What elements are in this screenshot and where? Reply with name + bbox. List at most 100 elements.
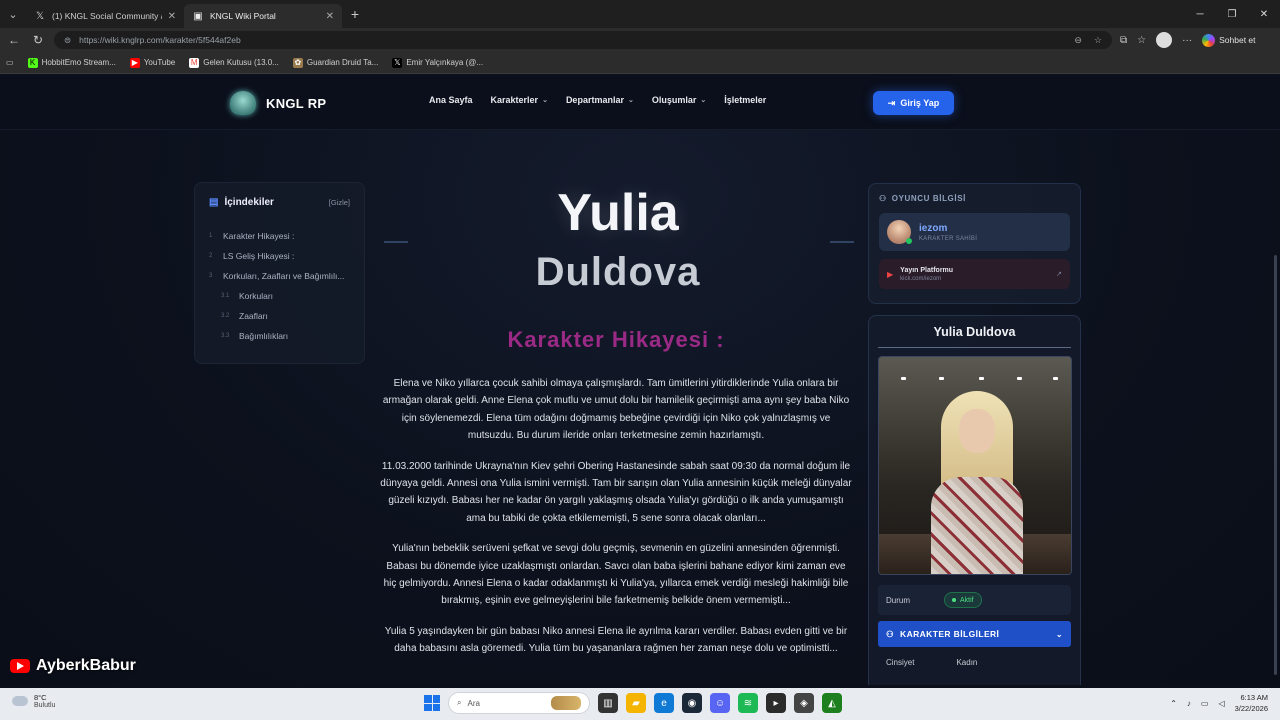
address-toolbar: ← ↻ ⊜ https://wiki.knglrp.com/karakter/5… bbox=[0, 28, 1280, 52]
toc-subitem[interactable]: 3.2 Zaafları bbox=[209, 306, 350, 326]
terminal-icon[interactable]: ▸ bbox=[766, 693, 786, 713]
character-portrait[interactable] bbox=[878, 356, 1072, 575]
browser-tab-x[interactable]: 𝕏 (1) KNGL Social Community / X ✕ bbox=[26, 4, 184, 28]
microphone-icon[interactable]: ♪ bbox=[1187, 699, 1191, 708]
game-app-icon[interactable]: ◈ bbox=[794, 693, 814, 713]
tab-title: KNGL Wiki Portal bbox=[210, 11, 276, 21]
menu-label: İşletmeler bbox=[724, 95, 767, 105]
stream-platform-link[interactable]: ▶ Yayın Platformu kick.com/iezom ↗ bbox=[879, 259, 1070, 289]
chevron-up-icon[interactable]: ⌃ bbox=[1170, 699, 1177, 708]
section-heading: Karakter Hikayesi : bbox=[507, 327, 725, 352]
menu-item-departmanlar[interactable]: Departmanlar ⌄ bbox=[566, 95, 634, 105]
bookmark-label: Emir Yalçınkaya (@... bbox=[406, 58, 484, 67]
menu-item-isletmeler[interactable]: İşletmeler bbox=[724, 95, 766, 105]
volume-icon[interactable]: ◁ bbox=[1218, 699, 1224, 708]
nvidia-icon[interactable]: ◭ bbox=[822, 693, 842, 713]
file-explorer-icon[interactable]: ▰ bbox=[626, 693, 646, 713]
taskbar-apps: ⌕ Ara ▥ ▰ e ◉ ☺ ≋ ▸ ◈ ◭ bbox=[424, 692, 842, 714]
weather-widget[interactable]: 8°C Bulutlu bbox=[12, 693, 55, 709]
paw-icon: ✿ bbox=[292, 57, 303, 68]
kngl-logo-icon bbox=[230, 91, 256, 115]
spotify-icon[interactable]: ≋ bbox=[738, 693, 758, 713]
bookmark-item[interactable]: 𝕏 Emir Yalçınkaya (@... bbox=[392, 57, 484, 68]
login-icon: ⇥ bbox=[887, 97, 896, 108]
bookmark-item[interactable]: M Gelen Kutusu (13.0... bbox=[189, 57, 279, 68]
close-tab-icon[interactable]: ✕ bbox=[326, 11, 334, 22]
toc-num: 3.3 bbox=[221, 333, 230, 339]
back-icon[interactable]: ← bbox=[6, 33, 22, 47]
bookmarks-bar: ▭ K HobbitEmo Stream... ▶ YouTube M Gelen K… bbox=[0, 52, 1280, 74]
windows-taskbar: 8°C Bulutlu ⌕ Ara ▥ ▰ e ◉ ☺ ≋ ▸ ◈ ◭ ⌃ ♪ … bbox=[0, 688, 1280, 720]
login-button[interactable]: ⇥ Giriş Yap bbox=[873, 91, 954, 115]
bookmark-label: YouTube bbox=[143, 58, 176, 67]
bookmark-label: Gelen Kutusu (13.0... bbox=[203, 58, 279, 67]
site-navbar: KNGL RP Ana Sayfa Karakterler ⌄ Departman… bbox=[0, 75, 1280, 130]
page-scrollbar[interactable] bbox=[1274, 255, 1277, 675]
menu-item-ana-sayfa[interactable]: Ana Sayfa bbox=[429, 95, 473, 105]
chevron-down-icon: ⌄ bbox=[1055, 629, 1063, 639]
online-status-dot bbox=[906, 238, 912, 244]
gender-value: Kadın bbox=[956, 657, 978, 667]
player-profile[interactable]: iezom KARAKTER SAHİBİ bbox=[879, 213, 1070, 251]
windows-start-icon[interactable] bbox=[424, 695, 440, 711]
edge-browser-icon[interactable]: e bbox=[654, 693, 674, 713]
browser-tab-wiki[interactable]: ▣ KNGL Wiki Portal ✕ bbox=[184, 4, 342, 28]
brand-name: KNGL RP bbox=[266, 95, 327, 111]
taskbar-search[interactable]: ⌕ Ara bbox=[448, 692, 590, 714]
bookmark-item[interactable]: ▶ YouTube bbox=[129, 57, 176, 68]
refresh-icon[interactable]: ↻ bbox=[30, 33, 46, 47]
site-info-icon[interactable]: ⊜ bbox=[64, 35, 71, 46]
close-window-icon[interactable]: ✕ bbox=[1248, 9, 1280, 20]
clock-date: 3/22/2026 bbox=[1234, 704, 1268, 713]
portrait-outfit bbox=[931, 477, 1023, 574]
reading-list-icon[interactable]: ▭ bbox=[6, 58, 14, 67]
chevron-down-icon: ⌄ bbox=[700, 97, 707, 104]
menu-label: Oluşumlar bbox=[651, 95, 697, 105]
block-icon[interactable]: ⊖ bbox=[1074, 35, 1082, 46]
player-name: iezom bbox=[919, 222, 948, 234]
steam-icon[interactable]: ◉ bbox=[682, 693, 702, 713]
bookmark-item[interactable]: ✿ Guardian Druid Ta... bbox=[292, 57, 378, 68]
player-avatar bbox=[887, 220, 912, 244]
youtube-icon: ▶ bbox=[129, 57, 140, 68]
character-info-accordion[interactable]: ⚇ KARAKTER BİLGİLERİ ⌄ bbox=[878, 621, 1071, 647]
tab-title: (1) KNGL Social Community / X bbox=[52, 11, 162, 21]
network-icon[interactable]: ▭ bbox=[1201, 699, 1209, 708]
user-icon: ⚇ bbox=[879, 194, 887, 203]
menu-item-karakterler[interactable]: Karakterler ⌄ bbox=[491, 95, 548, 105]
extensions-icon[interactable]: ⧉ bbox=[1120, 35, 1127, 46]
x-logo-icon: 𝕏 bbox=[35, 10, 45, 22]
minimize-icon[interactable]: ─ bbox=[1184, 9, 1216, 20]
browser-tab-bar: ⌄ 𝕏 (1) KNGL Social Community / X ✕ ▣ KN… bbox=[0, 0, 1280, 28]
task-view-icon[interactable]: ▥ bbox=[598, 693, 618, 713]
menu-item-olusumlar[interactable]: Oluşumlar ⌄ bbox=[652, 95, 706, 105]
stream-title: Yayın Platformu bbox=[900, 266, 954, 274]
discord-icon[interactable]: ☺ bbox=[710, 693, 730, 713]
portrait-face bbox=[959, 409, 995, 453]
gender-label: Cinsiyet bbox=[886, 657, 915, 667]
new-tab-button[interactable]: + bbox=[342, 6, 368, 22]
article-body: Elena ve Niko yıllarca çocuk sahibi olma… bbox=[380, 375, 852, 671]
system-tray: ⌃ ♪ ▭ ◁ 6:13 AM 3/22/2026 bbox=[1170, 692, 1268, 714]
bookmark-item[interactable]: K HobbitEmo Stream... bbox=[27, 57, 116, 68]
favorites-icon[interactable]: ☆ bbox=[1137, 35, 1146, 46]
copilot-chat-button[interactable]: Sohbet et bbox=[1202, 33, 1256, 47]
user-icon: ⚇ bbox=[886, 628, 895, 639]
page-icon: ▣ bbox=[193, 10, 203, 22]
search-placeholder: Ara bbox=[467, 698, 480, 708]
tab-actions-menu-icon[interactable]: ⌄ bbox=[0, 0, 26, 28]
toc-subitem[interactable]: 3.3 Bağımlılıkları bbox=[209, 326, 350, 346]
more-menu-icon[interactable]: ··· bbox=[1182, 35, 1192, 46]
restore-icon[interactable]: ❐ bbox=[1216, 9, 1248, 20]
gmail-icon: M bbox=[189, 57, 200, 68]
close-tab-icon[interactable]: ✕ bbox=[168, 11, 176, 22]
clock[interactable]: 6:13 AM 3/22/2026 bbox=[1235, 692, 1268, 714]
address-bar[interactable]: ⊜ https://wiki.knglrp.com/karakter/5f544… bbox=[54, 31, 1112, 49]
site-brand[interactable]: KNGL RP bbox=[230, 91, 326, 115]
url-text: https://wiki.knglrp.com/karakter/5f544af… bbox=[79, 35, 241, 45]
bookmark-label: HobbitEmo Stream... bbox=[41, 58, 116, 67]
main-menu: Ana Sayfa Karakterler ⌄ Departmanlar ⌄ Olu… bbox=[429, 95, 766, 105]
profile-avatar[interactable] bbox=[1156, 32, 1173, 48]
clock-time: 6:13 AM bbox=[1240, 693, 1268, 702]
favorite-star-icon[interactable]: ☆ bbox=[1094, 35, 1102, 46]
